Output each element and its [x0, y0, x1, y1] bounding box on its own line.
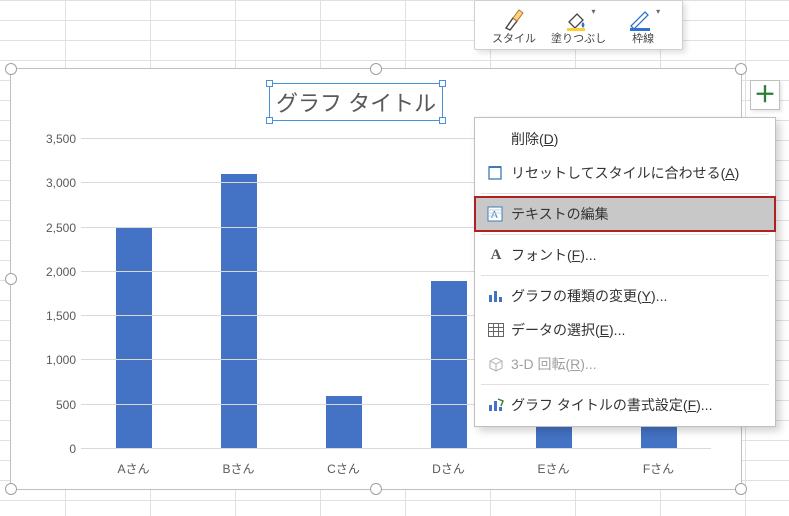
menu-label: フォント(F)... [511, 245, 597, 265]
context-menu: 削除(D) リセットしてスタイルに合わせる(A) A テキストの編集 A フォン… [474, 117, 776, 427]
blank-icon [485, 128, 507, 150]
y-tick-label: 1,000 [26, 353, 76, 367]
menu-format-chart-title[interactable]: グラフ タイトルの書式設定(F)... [475, 388, 775, 422]
chart-handle[interactable] [735, 63, 747, 75]
menu-label: テキストの編集 [511, 204, 609, 224]
menu-reset-style[interactable]: リセットしてスタイルに合わせる(A) [475, 156, 775, 190]
bar[interactable] [116, 228, 152, 449]
plus-icon: ＋ [754, 84, 776, 106]
mini-format-toolbar: スタイル ▾ 塗りつぶし ▾ 枠線 [474, 0, 683, 50]
chart-handle[interactable] [5, 63, 17, 75]
chart-title[interactable]: グラフ タイトル [269, 83, 443, 121]
bar[interactable] [431, 281, 467, 449]
menu-label: 削除(D) [511, 129, 558, 149]
reset-style-icon [485, 162, 507, 184]
menu-delete[interactable]: 削除(D) [475, 122, 775, 156]
style-button[interactable]: スタイル [485, 5, 543, 47]
x-tick-label: Cさん [326, 460, 362, 477]
outline-button[interactable]: ▾ 枠線 [614, 5, 672, 47]
chart-handle[interactable] [370, 63, 382, 75]
menu-label: グラフの種類の変更(Y)... [511, 286, 667, 306]
bar[interactable] [221, 174, 257, 449]
menu-separator [481, 234, 769, 235]
chart-type-icon [485, 285, 507, 307]
chart-title-text: グラフ タイトル [276, 91, 436, 116]
x-tick-label: Eさん [536, 460, 572, 477]
chevron-down-icon: ▾ [656, 7, 660, 17]
y-tick-label: 0 [26, 442, 76, 456]
x-tick-label: Dさん [431, 460, 467, 477]
x-tick-label: Fさん [641, 460, 677, 477]
cube-3d-icon [485, 353, 507, 375]
menu-3d-rotation: 3-D 回転(R)... [475, 347, 775, 381]
gridline [81, 448, 711, 449]
fill-button[interactable]: ▾ 塗りつぶし [547, 5, 610, 47]
mini-label: 枠線 [632, 33, 654, 47]
chart-element-add-button[interactable]: ＋ [750, 80, 780, 110]
menu-label: リセットしてスタイルに合わせる(A) [511, 163, 739, 183]
paint-bucket-icon [562, 7, 590, 33]
chart-handle[interactable] [370, 483, 382, 495]
mini-label: 塗りつぶし [551, 33, 606, 47]
chart-handle[interactable] [5, 273, 17, 285]
format-chart-icon [485, 394, 507, 416]
y-tick-label: 2,500 [26, 221, 76, 235]
pen-outline-icon [626, 7, 654, 33]
menu-label: 3-D 回転(R)... [511, 354, 597, 374]
menu-font[interactable]: A フォント(F)... [475, 238, 775, 272]
menu-select-data[interactable]: データの選択(E)... [475, 313, 775, 347]
y-tick-label: 2,000 [26, 265, 76, 279]
menu-separator [481, 193, 769, 194]
font-icon: A [485, 244, 507, 266]
x-axis: Aさん Bさん Cさん Dさん Eさん Fさん [81, 460, 711, 477]
select-data-icon [485, 319, 507, 341]
menu-separator [481, 275, 769, 276]
y-tick-label: 1,500 [26, 309, 76, 323]
menu-label: データの選択(E)... [511, 320, 625, 340]
x-tick-label: Aさん [116, 460, 152, 477]
menu-label: グラフ タイトルの書式設定(F)... [511, 395, 712, 415]
menu-change-chart-type[interactable]: グラフの種類の変更(Y)... [475, 279, 775, 313]
y-tick-label: 3,500 [26, 132, 76, 146]
y-tick-label: 3,000 [26, 176, 76, 190]
x-tick-label: Bさん [221, 460, 257, 477]
chevron-down-icon: ▾ [592, 7, 596, 17]
menu-separator [481, 384, 769, 385]
chart-handle[interactable] [5, 483, 17, 495]
chart-handle[interactable] [735, 483, 747, 495]
paintbrush-icon [500, 7, 528, 33]
mini-label: スタイル [492, 33, 536, 47]
y-tick-label: 500 [26, 398, 76, 412]
y-axis: 05001,0001,5002,0002,5003,0003,500 [26, 139, 76, 449]
menu-edit-text[interactable]: A テキストの編集 [475, 197, 775, 231]
edit-text-icon: A [485, 203, 507, 225]
